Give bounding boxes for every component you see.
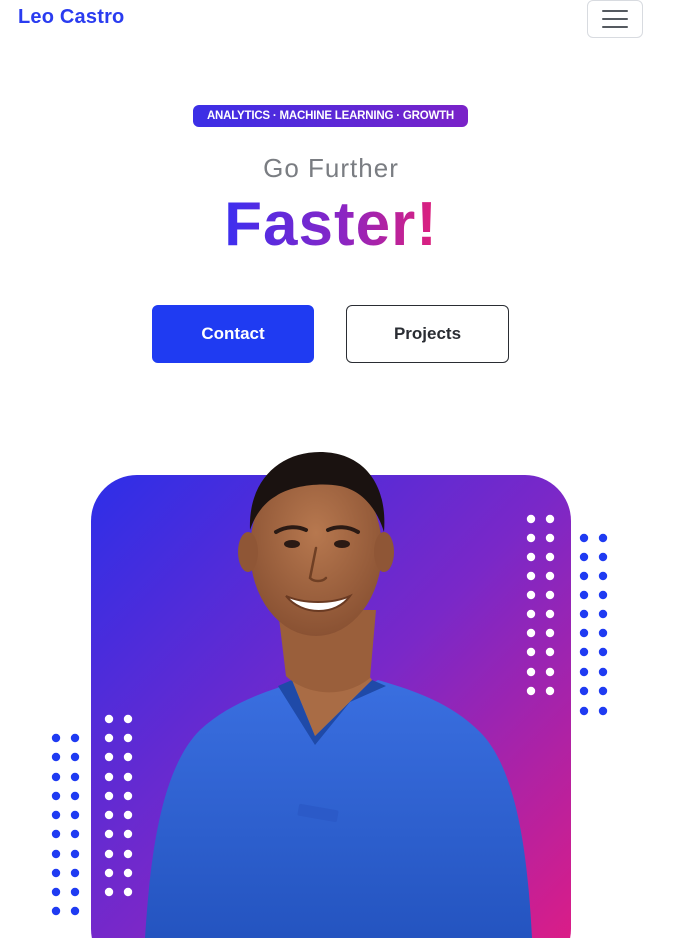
navbar: Leo Castro xyxy=(0,0,700,40)
dot-grid-left-blue xyxy=(51,733,80,916)
brand-logo[interactable]: Leo Castro xyxy=(18,6,124,29)
hero-headline: Faster! xyxy=(0,190,662,260)
menu-bar xyxy=(602,26,628,28)
hero-headline-text: Faster! xyxy=(224,190,438,259)
hero-subtitle: Go Further xyxy=(263,153,399,183)
projects-button[interactable]: Projects xyxy=(346,305,509,363)
hamburger-menu-icon[interactable] xyxy=(587,0,643,38)
dot-grid-right-blue xyxy=(579,533,608,716)
menu-bar xyxy=(602,10,628,12)
hero-portrait xyxy=(51,452,608,938)
tagline-badge: ANALYTICS · MACHINE LEARNING · GROWTH xyxy=(193,105,468,127)
contact-button[interactable]: Contact xyxy=(152,305,314,363)
menu-bar xyxy=(602,18,628,20)
